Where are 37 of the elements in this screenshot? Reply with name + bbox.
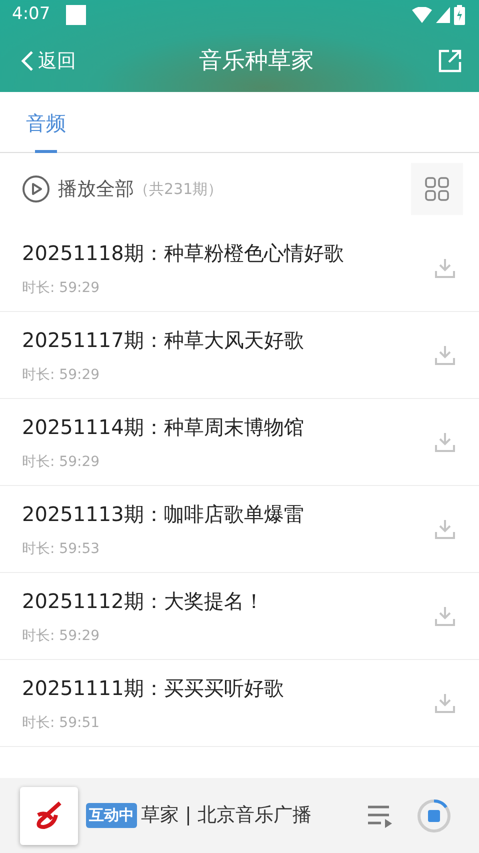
episode-duration: 时长: 59:29 (22, 626, 101, 646)
grid-view-button[interactable] (411, 163, 463, 215)
download-icon[interactable] (435, 693, 455, 713)
notification-icon (66, 5, 86, 25)
episode-title[interactable]: 20251118期：种草粉橙色心情好歌 (22, 238, 344, 268)
episode-title[interactable]: 20251117期：种草大风天好歌 (22, 324, 304, 354)
battery-icon (454, 5, 465, 25)
episode-title[interactable]: 20251112期：大奖提名！ (22, 586, 264, 616)
episode-title[interactable]: 20251114期：种草周末博物馆 (22, 412, 304, 442)
stop-button[interactable] (417, 798, 451, 832)
status-time: 4:07 (12, 3, 50, 26)
live-badge: 互动中 (86, 803, 137, 828)
download-icon[interactable] (435, 519, 455, 539)
episode-duration: 时长: 59:29 (22, 452, 101, 472)
playlist-icon[interactable] (367, 804, 393, 828)
episode-duration: 时长: 59:53 (22, 540, 101, 558)
download-icon[interactable] (435, 345, 455, 365)
episode-duration: 时长: 59:29 (22, 366, 101, 384)
download-icon[interactable] (435, 258, 455, 278)
episode-count: （共231期） (134, 178, 223, 200)
episode-title[interactable]: 20251113期：咖啡店歌单爆雷 (22, 498, 304, 528)
grid-icon (425, 177, 449, 201)
page-title: 音乐种草家 (199, 46, 314, 76)
signal-icon (436, 7, 450, 23)
episode-duration: 时长: 59:29 (22, 278, 101, 298)
station-logo (20, 786, 78, 844)
share-icon[interactable] (437, 48, 463, 74)
download-icon[interactable] (435, 606, 455, 626)
now-playing-title: 草家 | 北京音乐广播 (141, 803, 312, 828)
episode-title[interactable]: 20251111期：买买买听好歌 (22, 672, 284, 702)
episode-duration: 时长: 59:51 (22, 714, 101, 732)
play-icon[interactable] (22, 175, 50, 203)
back-chevron-icon (20, 50, 34, 72)
play-all-link[interactable]: 播放全部 (58, 174, 134, 204)
tab[interactable]: 音频 (26, 92, 66, 153)
wifi-icon (412, 7, 432, 23)
download-icon[interactable] (435, 432, 455, 452)
